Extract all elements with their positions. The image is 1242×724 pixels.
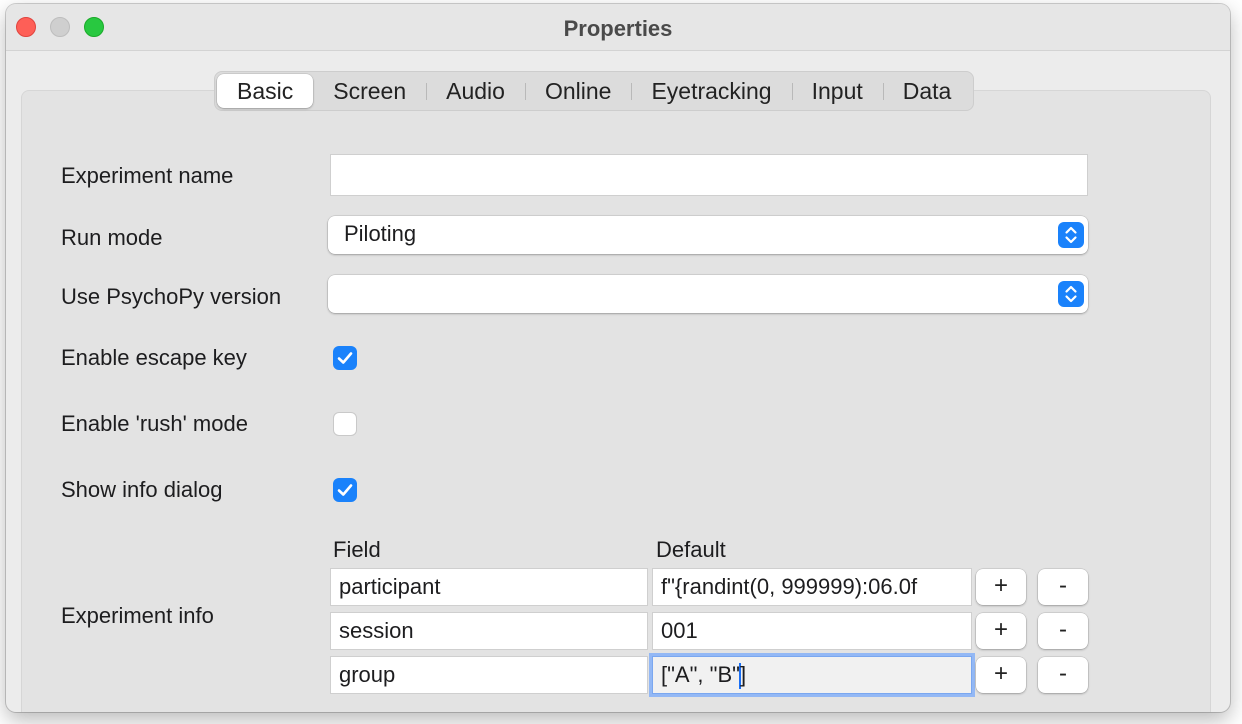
add-row-button[interactable]: + <box>976 613 1026 649</box>
psychopy-version-label: Use PsychoPy version <box>61 284 282 309</box>
tab-audio[interactable]: Audio <box>426 74 525 108</box>
default-text-after-caret: ] <box>739 662 747 687</box>
info-default-input-focused[interactable]: ["A", "B"] <box>652 656 972 694</box>
run-mode-select[interactable]: Piloting <box>328 216 1088 254</box>
tab-input[interactable]: Input <box>791 74 883 108</box>
remove-row-button[interactable]: - <box>1038 613 1088 649</box>
tab-basic[interactable]: Basic <box>217 74 314 108</box>
info-default-input[interactable]: f"{randint(0, 999999):06.0f <box>652 568 972 606</box>
psychopy-version-select[interactable] <box>328 275 1088 313</box>
updown-chevron-icon <box>1058 222 1084 248</box>
info-field-input[interactable]: participant <box>330 568 648 606</box>
window-title: Properties <box>563 16 673 41</box>
info-default-input[interactable]: 001 <box>652 612 972 650</box>
rush-mode-label: Enable 'rush' mode <box>61 411 248 436</box>
add-row-button[interactable]: + <box>976 657 1026 693</box>
remove-row-button[interactable]: - <box>1038 657 1088 693</box>
experiment-name-label: Experiment name <box>61 163 234 188</box>
checkmark-icon <box>337 352 353 364</box>
title-bar: Properties <box>6 4 1230 51</box>
checkmark-icon <box>337 484 353 496</box>
rush-mode-checkbox[interactable] <box>333 412 357 436</box>
info-field-input[interactable]: session <box>330 612 648 650</box>
tab-data[interactable]: Data <box>882 74 972 108</box>
info-field-input[interactable]: group <box>330 656 648 694</box>
run-mode-label: Run mode <box>61 225 163 250</box>
properties-window: Properties Basic Screen Audio Online Eye… <box>6 4 1230 712</box>
tab-bar: Basic Screen Audio Online Eyetracking In… <box>214 71 975 111</box>
tab-online[interactable]: Online <box>524 74 631 108</box>
experiment-info-label: Experiment info <box>61 603 214 628</box>
run-mode-value: Piloting <box>344 221 417 246</box>
info-dialog-checkbox[interactable] <box>333 478 357 502</box>
experiment-name-input[interactable] <box>330 154 1088 196</box>
add-row-button[interactable]: + <box>976 569 1026 605</box>
remove-row-button[interactable]: - <box>1038 569 1088 605</box>
default-text-before-caret: ["A", "B" <box>661 662 740 687</box>
escape-key-label: Enable escape key <box>61 345 247 370</box>
escape-key-checkbox[interactable] <box>333 346 357 370</box>
tab-screen[interactable]: Screen <box>313 74 426 108</box>
default-column-header: Default <box>656 537 726 562</box>
info-dialog-label: Show info dialog <box>61 477 223 502</box>
updown-chevron-icon <box>1058 281 1084 307</box>
field-column-header: Field <box>333 537 381 562</box>
tab-eyetracking[interactable]: Eyetracking <box>631 74 791 108</box>
